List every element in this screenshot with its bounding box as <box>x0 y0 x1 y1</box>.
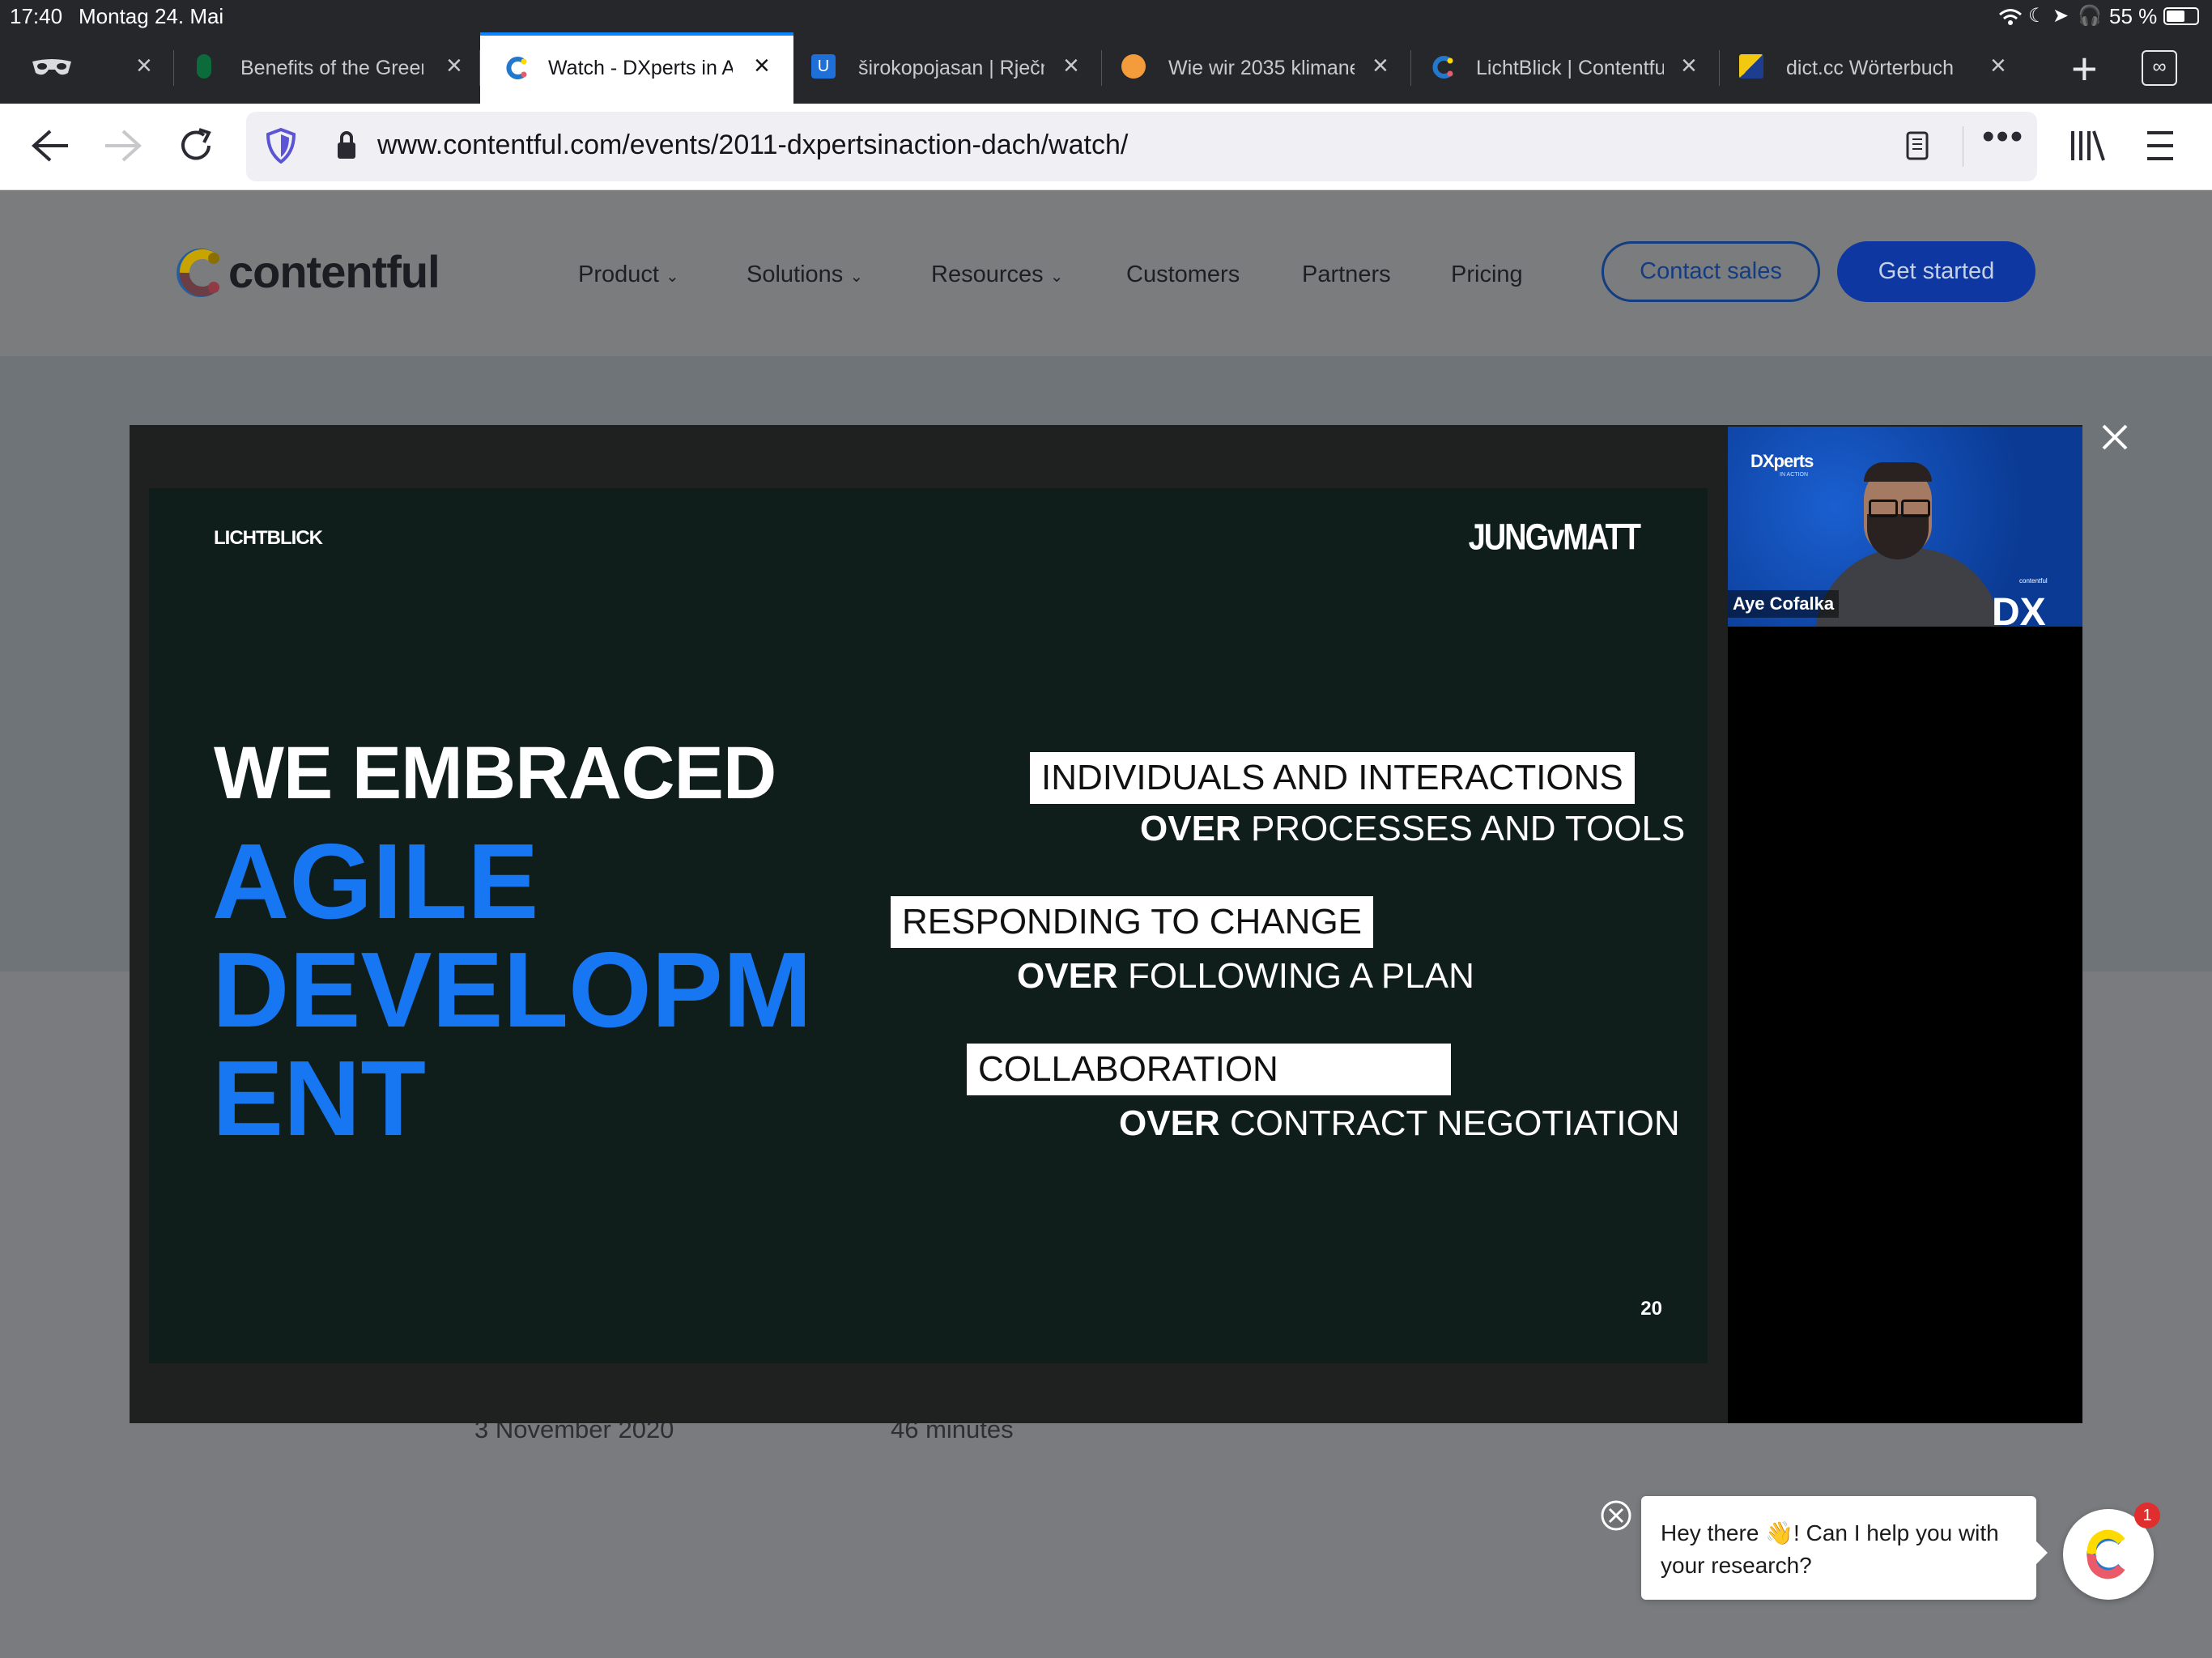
chat-message: Hey there 👋! Can I help you with your re… <box>1661 1520 1999 1578</box>
battery-percent: 55 % <box>2109 4 2158 28</box>
status-date: Montag 24. Mai <box>79 4 224 28</box>
site-header: contentful Product ⌄ Solutions ⌄ Resourc… <box>0 190 2212 356</box>
speaker-glasses <box>1869 500 1898 517</box>
nav-product[interactable]: Product ⌄ <box>578 261 679 288</box>
tab-klimaneutral[interactable]: Wie wir 2035 klimaneutral × <box>1102 32 1411 104</box>
tab-lichtblick[interactable]: LichtBlick | Contentful × <box>1411 32 1720 104</box>
contentful-favicon-icon <box>506 57 527 79</box>
get-started-button[interactable]: Get started <box>1837 241 2035 302</box>
favicon-icon <box>1121 54 1146 79</box>
tab-label: Wie wir 2035 klimaneutral <box>1168 57 1355 79</box>
menu-icon[interactable] <box>2146 130 2175 162</box>
tab-dictcc[interactable]: dict.cc Wörterbuch × <box>1720 32 2029 104</box>
wifi-icon <box>1999 9 2022 25</box>
close-icon[interactable]: × <box>1372 50 1389 82</box>
value-box-individuals: INDIVIDUALS AND INTERACTIONS <box>1030 752 1635 804</box>
close-icon[interactable]: × <box>1990 50 2006 82</box>
jungvmatt-logo: JUNGvMATT <box>1468 517 1641 559</box>
back-icon[interactable] <box>31 128 70 164</box>
reader-view-icon[interactable] <box>1906 131 1929 160</box>
lock-icon[interactable] <box>335 130 358 160</box>
value-over-processes: OVER PROCESSES AND TOOLS <box>1140 809 1686 848</box>
tab-tray-icon[interactable]: ∞ <box>2142 50 2177 86</box>
tab-label: dict.cc Wörterbuch <box>1786 57 1955 79</box>
private-mask-icon <box>32 59 71 75</box>
nav-customers[interactable]: Customers <box>1126 261 1240 288</box>
presentation-slide: LICHTBLICK JUNGvMATT WE EMBRACED AGILE D… <box>149 488 1708 1363</box>
nav-resources[interactable]: Resources ⌄ <box>931 261 1063 288</box>
agile-line-2: DEVELOPM <box>212 930 812 1049</box>
value-box-collaboration: COLLABORATION <box>967 1044 1451 1095</box>
nav-solutions[interactable]: Solutions ⌄ <box>747 261 863 288</box>
contentful-logo-text[interactable]: contentful <box>228 245 440 298</box>
close-icon[interactable]: × <box>136 50 152 82</box>
moon-icon: ☾ <box>2028 5 2046 27</box>
status-bar: 17:40 Montag 24. Mai ☾ ➤ 🎧 55 % <box>0 0 2212 32</box>
library-icon[interactable] <box>2069 128 2107 164</box>
forward-icon[interactable] <box>104 128 143 164</box>
url-text[interactable]: www.contentful.com/events/2011-dxpertsin… <box>377 130 1128 161</box>
headphones-icon: 🎧 <box>2078 5 2102 27</box>
video-modal[interactable]: LICHTBLICK JUNGvMATT WE EMBRACED AGILE D… <box>130 425 2082 1423</box>
tab-watch-dxperts[interactable]: Watch - DXperts in Action × <box>480 32 793 104</box>
chat-notification-badge: 1 <box>2134 1503 2160 1528</box>
value-over-contract: OVER CONTRACT NEGOTIATION <box>1119 1103 1680 1143</box>
battery-icon <box>2163 7 2199 25</box>
tab-label: Benefits of the Green <box>240 57 423 79</box>
tab-sirokopojasan[interactable]: U širokopojasan | Rječnik × <box>793 32 1102 104</box>
chat-dismiss-icon[interactable] <box>1600 1499 1632 1532</box>
dxperts-logo: DXperts <box>1750 451 1814 471</box>
status-time: 17:40 <box>10 4 63 28</box>
reload-icon[interactable] <box>177 126 215 165</box>
close-modal-icon[interactable] <box>2100 423 2129 452</box>
page-actions-icon[interactable]: ••• <box>1982 117 2024 157</box>
tab-private[interactable]: × <box>0 32 174 104</box>
navigation-bar: www.contentful.com/events/2011-dxpertsin… <box>0 104 2212 190</box>
tracking-shield-icon[interactable] <box>266 128 296 164</box>
value-box-responding: RESPONDING TO CHANGE <box>891 896 1374 948</box>
contentful-logo-icon[interactable] <box>175 245 225 300</box>
nav-partners[interactable]: Partners <box>1302 261 1391 288</box>
tab-benefits[interactable]: Benefits of the Green × <box>174 32 480 104</box>
speaker-camera: DXperts IN ACTION contentful DX Aye Cofa… <box>1728 427 2082 627</box>
close-icon[interactable]: × <box>754 50 770 82</box>
value-over-plan: OVER FOLLOWING A PLAN <box>1017 956 1474 996</box>
favicon-icon <box>197 54 211 79</box>
slide-page-number: 20 <box>1640 1298 1662 1320</box>
nav-pricing[interactable]: Pricing <box>1451 261 1523 288</box>
location-icon: ➤ <box>2052 5 2069 27</box>
url-bar[interactable]: www.contentful.com/events/2011-dxpertsin… <box>246 112 2037 181</box>
close-icon[interactable]: × <box>446 50 462 82</box>
new-tab-icon[interactable]: + <box>2071 42 2098 95</box>
tab-bar: × Benefits of the Green × Watch - DXpert… <box>0 32 2212 104</box>
tab-label: LichtBlick | Contentful <box>1476 57 1664 79</box>
close-icon[interactable]: × <box>1681 50 1697 82</box>
u-favicon-icon: U <box>811 54 836 79</box>
lichtblick-logo: LICHTBLICK <box>214 527 323 549</box>
contentful-chat-icon <box>2087 1529 2125 1579</box>
contact-sales-button[interactable]: Contact sales <box>1602 241 1820 302</box>
tab-label: Watch - DXperts in Action <box>548 57 733 79</box>
camera-panel-empty <box>1728 627 2082 1423</box>
agile-line-3: ENT <box>212 1039 426 1158</box>
speaker-name: Aye Cofalka <box>1728 590 1840 618</box>
close-icon[interactable]: × <box>1063 50 1079 82</box>
slide-heading: WE EMBRACED <box>214 732 776 814</box>
contentful-favicon-icon <box>1432 56 1453 79</box>
tab-label: širokopojasan | Rječnik <box>858 57 1044 79</box>
agile-line-1: AGILE <box>212 822 539 941</box>
favicon-icon <box>1739 54 1763 79</box>
chat-bubble[interactable]: Hey there 👋! Can I help you with your re… <box>1641 1496 2048 1600</box>
